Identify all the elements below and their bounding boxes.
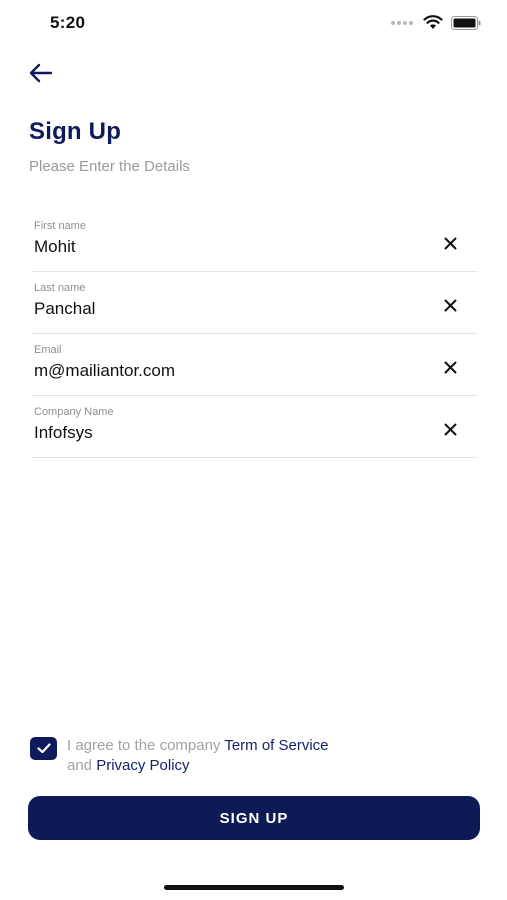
arrow-left-icon — [29, 63, 53, 83]
first-name-field: First name — [32, 210, 477, 272]
email-clear-button[interactable] — [441, 358, 459, 376]
agreement-text: I agree to the company Term of Service a… — [67, 736, 397, 776]
company-name-label: Company Name — [34, 406, 114, 418]
battery-icon — [451, 15, 481, 30]
page-title: Sign Up — [29, 118, 122, 145]
status-icons — [391, 15, 481, 30]
email-input[interactable] — [34, 361, 414, 381]
last-name-field: Last name — [32, 272, 477, 334]
terms-of-service-link[interactable]: Term of Service — [224, 737, 328, 754]
wifi-icon — [423, 15, 443, 29]
company-name-input[interactable] — [34, 423, 414, 443]
home-indicator[interactable] — [164, 885, 344, 890]
company-name-field: Company Name — [32, 396, 477, 458]
privacy-policy-link[interactable]: Privacy Policy — [96, 757, 189, 774]
last-name-label: Last name — [34, 282, 86, 294]
first-name-label: First name — [34, 220, 86, 232]
status-time: 5:20 — [50, 13, 86, 32]
signal-dots-icon — [391, 20, 413, 25]
back-button[interactable] — [26, 60, 56, 86]
close-icon — [444, 361, 456, 373]
checkmark-icon — [36, 743, 51, 754]
close-icon — [444, 423, 456, 435]
first-name-input[interactable] — [34, 237, 414, 257]
status-bar: 5:20 — [0, 0, 507, 46]
agreement-prefix: I agree to the company — [67, 737, 225, 754]
agree-checkbox[interactable] — [30, 737, 57, 760]
first-name-clear-button[interactable] — [441, 234, 459, 252]
signup-form: First name Last name Email Company Name — [32, 210, 477, 458]
company-name-clear-button[interactable] — [441, 420, 459, 438]
close-icon — [444, 237, 456, 249]
agreement-row: I agree to the company Term of Service a… — [30, 736, 397, 776]
email-label: Email — [34, 344, 62, 356]
email-field: Email — [32, 334, 477, 396]
page-subtitle: Please Enter the Details — [29, 158, 190, 175]
last-name-clear-button[interactable] — [441, 296, 459, 314]
close-icon — [444, 299, 456, 311]
last-name-input[interactable] — [34, 299, 414, 319]
sign-up-button[interactable]: SIGN UP — [28, 796, 480, 840]
agreement-middle: and — [67, 757, 97, 774]
